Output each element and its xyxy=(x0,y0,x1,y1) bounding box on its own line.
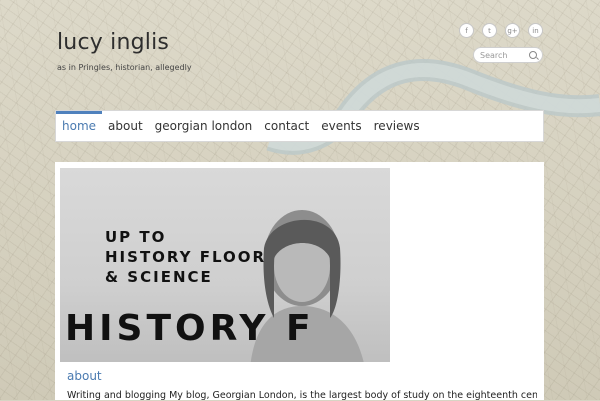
nav-item-events[interactable]: events xyxy=(315,111,367,141)
search-input[interactable]: Search xyxy=(473,47,543,63)
site-title[interactable]: lucy inglis xyxy=(57,30,169,55)
google-plus-icon[interactable]: g+ xyxy=(505,23,520,38)
sign-text-3: & SCIENCE xyxy=(105,268,213,286)
nav-item-reviews[interactable]: reviews xyxy=(368,111,426,141)
nav-item-contact[interactable]: contact xyxy=(258,111,315,141)
sign-text-1: UP TO xyxy=(105,228,167,246)
article-text: Writing and blogging My blog, Georgian L… xyxy=(67,390,537,401)
social-links: f t g+ in xyxy=(459,23,543,38)
main-content: UP TO HISTORY FLOOR & SCIENCE HISTORY F … xyxy=(55,162,544,401)
featured-photo: UP TO HISTORY FLOOR & SCIENCE HISTORY F xyxy=(60,168,390,362)
sign-text-2: HISTORY FLOOR xyxy=(105,248,267,266)
facebook-icon[interactable]: f xyxy=(459,23,474,38)
main-nav: home about georgian london contact event… xyxy=(55,110,544,142)
nav-item-home[interactable]: home xyxy=(56,111,103,141)
site-tagline: as in Pringles, historian, allegedly xyxy=(57,63,192,72)
nav-item-about[interactable]: about xyxy=(102,111,149,141)
search-placeholder: Search xyxy=(480,50,508,60)
search-icon[interactable] xyxy=(529,51,537,59)
twitter-icon[interactable]: t xyxy=(482,23,497,38)
sign-text-4: HISTORY F xyxy=(65,308,315,349)
nav-item-georgian-london[interactable]: georgian london xyxy=(149,111,259,141)
linkedin-icon[interactable]: in xyxy=(528,23,543,38)
section-heading-about[interactable]: about xyxy=(67,369,102,383)
